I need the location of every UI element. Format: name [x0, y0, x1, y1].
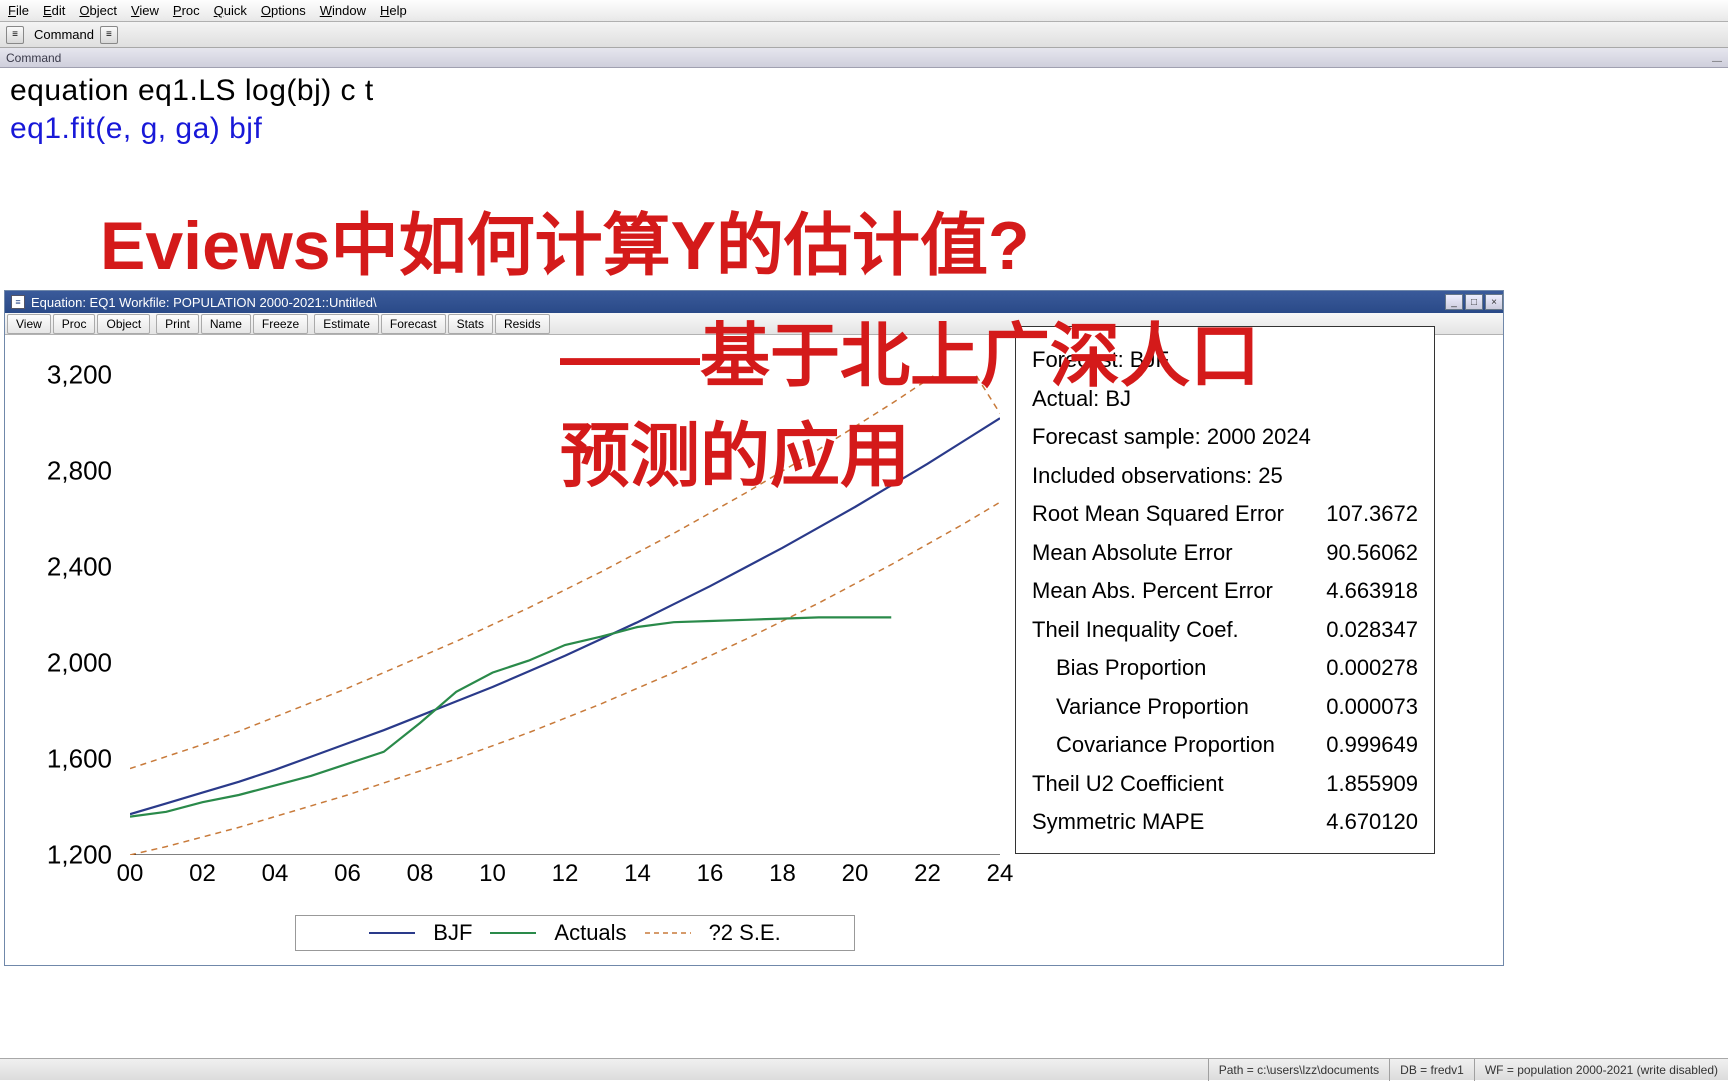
x-tick: 18 [769, 860, 796, 888]
stat-header: Forecast sample: 2000 2024 [1032, 418, 1418, 457]
menu-proc[interactable]: Proc [173, 3, 200, 18]
menu-options[interactable]: Options [261, 3, 306, 18]
eq-btn-name[interactable]: Name [201, 314, 251, 334]
stat-header: Included observations: 25 [1032, 457, 1418, 496]
toolbar-icon-1[interactable]: ≡ [6, 26, 24, 44]
menu-object[interactable]: Object [79, 3, 117, 18]
menu-file[interactable]: File [8, 3, 29, 18]
stat-row: Bias Proportion0.000278 [1032, 649, 1418, 688]
stat-row: Root Mean Squared Error107.3672 [1032, 495, 1418, 534]
x-tick: 00 [117, 860, 144, 888]
stat-row: Theil Inequality Coef.0.028347 [1032, 611, 1418, 650]
stat-row: Mean Absolute Error90.56062 [1032, 534, 1418, 573]
overlay-title-2: ——基于北上广深人口 [560, 300, 1260, 401]
eq-btn-forecast[interactable]: Forecast [381, 314, 446, 334]
toolbar-label: Command [34, 27, 94, 42]
eq-btn-resids[interactable]: Resids [495, 314, 550, 334]
command-toolbar: ≡ Command ≡ [0, 22, 1728, 48]
x-axis: 00020406081012141618202224 [130, 860, 1000, 890]
stat-row: Variance Proportion0.000073 [1032, 688, 1418, 727]
menu-view[interactable]: View [131, 3, 159, 18]
y-tick: 2,800 [47, 456, 112, 487]
eq-btn-stats[interactable]: Stats [448, 314, 493, 334]
stat-row: Theil U2 Coefficient1.855909 [1032, 765, 1418, 804]
menubar: File Edit Object View Proc Quick Options Window… [0, 0, 1728, 22]
overlay-title-1: Eviews中如何计算Y的估计值? [100, 190, 1030, 289]
y-tick: 2,000 [47, 648, 112, 679]
forecast-stats: Forecast: BJFActual: BJForecast sample: … [1015, 326, 1435, 854]
y-axis: 1,2001,6002,0002,4002,8003,200 [15, 355, 120, 835]
y-tick: 1,200 [47, 840, 112, 871]
x-tick: 16 [697, 860, 724, 888]
editor-line-2: eq1.fit(e, g, ga) bjf [10, 112, 1718, 146]
x-tick: 20 [842, 860, 869, 888]
eq-btn-print[interactable]: Print [156, 314, 199, 334]
menu-window[interactable]: Window [320, 3, 366, 18]
eq-btn-view[interactable]: View [7, 314, 51, 334]
minimize-button[interactable]: _ [1445, 294, 1463, 310]
x-tick: 12 [552, 860, 579, 888]
close-button[interactable]: × [1485, 294, 1503, 310]
y-tick: 2,400 [47, 552, 112, 583]
menu-quick[interactable]: Quick [214, 3, 247, 18]
eq-btn-freeze[interactable]: Freeze [253, 314, 308, 334]
menu-edit[interactable]: Edit [43, 3, 65, 18]
x-tick: 02 [189, 860, 216, 888]
equation-title-text: Equation: EQ1 Workfile: POPULATION 2000-… [31, 295, 377, 310]
overlay-title-3: 预测的应用 [560, 400, 910, 501]
equation-icon: ≡ [11, 295, 25, 309]
status-wf: WF = population 2000-2021 (write disable… [1474, 1059, 1728, 1081]
stat-row: Covariance Proportion0.999649 [1032, 726, 1418, 765]
status-bar: Path = c:\users\lzz\documents DB = fredv… [0, 1058, 1728, 1080]
stat-row: Symmetric MAPE4.670120 [1032, 803, 1418, 842]
eq-btn-object[interactable]: Object [97, 314, 150, 334]
x-tick: 14 [624, 860, 651, 888]
toolbar-icon-2[interactable]: ≡ [100, 26, 118, 44]
eq-btn-estimate[interactable]: Estimate [314, 314, 379, 334]
x-tick: 08 [407, 860, 434, 888]
status-path: Path = c:\users\lzz\documents [1208, 1059, 1389, 1081]
menu-help[interactable]: Help [380, 3, 407, 18]
x-tick: 24 [987, 860, 1014, 888]
command-pane-label: Command — [0, 48, 1728, 68]
minimize-icon[interactable]: — [1712, 52, 1722, 72]
y-tick: 3,200 [47, 360, 112, 391]
y-tick: 1,600 [47, 744, 112, 775]
command-editor[interactable]: equation eq1.LS log(bj) c t eq1.fit(e, g… [0, 68, 1728, 152]
x-tick: 22 [914, 860, 941, 888]
maximize-button[interactable]: □ [1465, 294, 1483, 310]
eq-btn-proc[interactable]: Proc [53, 314, 96, 334]
chart-legend: BJF Actuals ?2 S.E. [295, 915, 855, 951]
x-tick: 10 [479, 860, 506, 888]
x-tick: 04 [262, 860, 289, 888]
status-db: DB = fredv1 [1389, 1059, 1474, 1081]
x-tick: 06 [334, 860, 361, 888]
stat-row: Mean Abs. Percent Error4.663918 [1032, 572, 1418, 611]
editor-line-1: equation eq1.LS log(bj) c t [10, 74, 1718, 108]
